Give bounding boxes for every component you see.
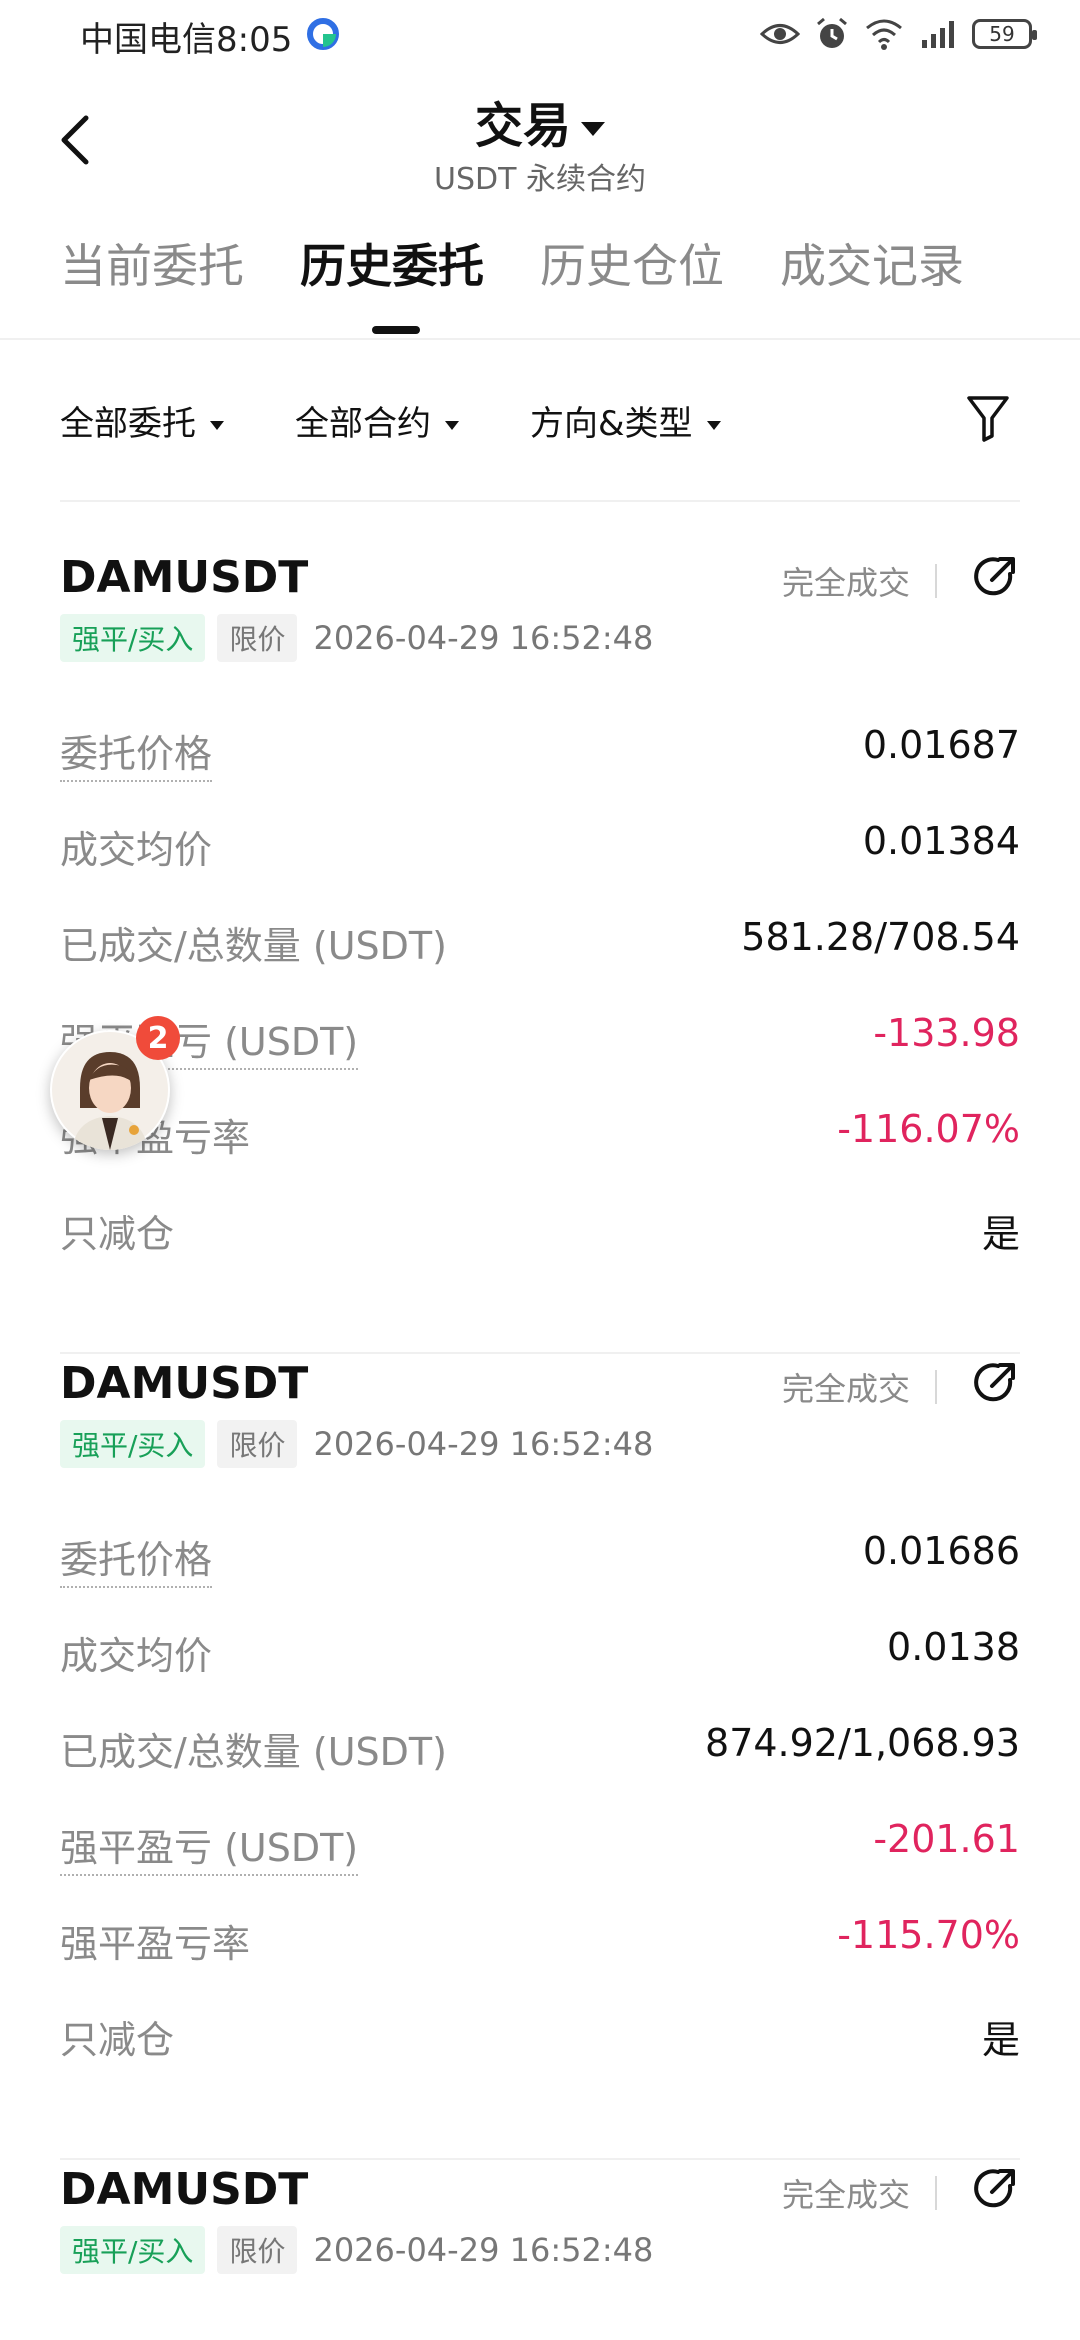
order-symbol: DAMUSDT <box>60 552 309 603</box>
row-value: 是 <box>981 2018 1020 2062</box>
notification-badge: 2 <box>136 1016 180 1060</box>
status-icons: 59 <box>760 16 1037 52</box>
alarm-icon <box>817 17 847 48</box>
battery-level: 59 <box>989 22 1015 46</box>
detail-row: 已成交/总数量 (USDT) 874.92/1,068.93 <box>60 1713 1020 1774</box>
detail-row: 强平盈亏率 -115.70% <box>60 1905 1020 1966</box>
order-card[interactable]: DAMUSDT 完全成交 强平/买入 限价 2026-04-29 16:52:4… <box>60 2164 1020 2334</box>
share-icon[interactable] <box>970 2164 1020 2214</box>
order-card[interactable]: DAMUSDT 完全成交 强平/买入 限价 2026-04-29 16:52:4… <box>60 1358 1020 2163</box>
app-notification-icon <box>307 18 339 50</box>
divider <box>60 500 1020 502</box>
row-label[interactable]: 委托价格 <box>60 1529 213 1588</box>
order-time: 2026-04-29 16:52:48 <box>313 2231 654 2269</box>
caret-down-icon <box>581 122 605 136</box>
type-tag: 限价 <box>217 1420 298 1468</box>
wifi-icon <box>866 19 902 50</box>
row-value: 581.28/708.54 <box>741 915 1020 959</box>
order-card[interactable]: DAMUSDT 完全成交 强平/买入 限价 2026-04-29 16:52:4… <box>60 552 1020 1357</box>
detail-row: 委托价格 0.01687 <box>60 715 1020 782</box>
caret-down-icon <box>210 421 224 430</box>
row-value: -116.07% <box>837 1107 1020 1151</box>
share-icon[interactable] <box>970 552 1020 602</box>
page-title: 交易 <box>474 98 571 154</box>
row-value: 874.92/1,068.93 <box>705 1721 1020 1765</box>
carrier-time: 中国电信8:05 <box>80 20 293 60</box>
detail-row: 只减仓 是 <box>60 1195 1020 1256</box>
share-icon[interactable] <box>970 1358 1020 1408</box>
divider <box>935 1370 937 1404</box>
page-subtitle: USDT 永续合约 <box>434 162 646 197</box>
caret-down-icon <box>445 421 459 430</box>
order-tabs: 当前委托 历史委托 历史仓位 成交记录 <box>0 230 1080 340</box>
tab-order-history[interactable]: 历史委托 <box>300 230 484 296</box>
row-value: -115.70% <box>837 1913 1020 1957</box>
tab-trade-records[interactable]: 成交记录 <box>780 230 964 296</box>
row-value: 是 <box>981 1212 1020 1256</box>
filter-funnel-icon[interactable] <box>965 392 1011 444</box>
order-symbol: DAMUSDT <box>60 1358 309 1409</box>
row-value: 0.01686 <box>862 1529 1020 1573</box>
order-symbol: DAMUSDT <box>60 2164 309 2215</box>
eye-icon <box>760 24 800 44</box>
row-label[interactable]: 委托价格 <box>60 723 213 782</box>
row-value: -133.98 <box>873 1011 1020 1055</box>
page-title-dropdown[interactable]: 交易 <box>0 86 1080 156</box>
order-status: 完全成交 <box>781 1370 910 1408</box>
active-tab-indicator <box>372 326 420 334</box>
row-value: 0.01384 <box>862 819 1020 863</box>
detail-row: 强平盈亏 (USDT) -133.98 <box>60 1003 1020 1070</box>
order-tags: 强平/买入 限价 2026-04-29 16:52:48 <box>60 2226 653 2274</box>
row-label: 只减仓 <box>60 2018 175 2062</box>
order-tags: 强平/买入 限价 2026-04-29 16:52:48 <box>60 1420 653 1468</box>
type-tag: 限价 <box>217 2226 298 2274</box>
detail-row: 成交均价 0.01384 <box>60 811 1020 872</box>
row-label[interactable]: 强平盈亏 (USDT) <box>60 1817 359 1876</box>
order-status: 完全成交 <box>781 2176 910 2214</box>
filter-contract[interactable]: 全部合约 <box>295 396 459 445</box>
divider <box>935 2176 937 2210</box>
detail-row: 委托价格 0.01686 <box>60 1521 1020 1588</box>
order-time: 2026-04-29 16:52:48 <box>313 1425 654 1463</box>
detail-row: 成交均价 0.0138 <box>60 1617 1020 1678</box>
row-value: -201.61 <box>873 1817 1020 1861</box>
filter-label: 方向&类型 <box>530 404 693 444</box>
detail-row: 强平盈亏率 -116.07% <box>60 1099 1020 1160</box>
side-tag: 强平/买入 <box>60 614 206 662</box>
tab-current-orders[interactable]: 当前委托 <box>60 230 244 296</box>
filter-label: 全部委托 <box>60 404 196 444</box>
filter-label: 全部合约 <box>295 404 431 444</box>
detail-row: 只减仓 是 <box>60 2001 1020 2062</box>
row-label: 成交均价 <box>60 1634 213 1678</box>
status-bar: 中国电信8:05 59 <box>0 0 1080 72</box>
row-label: 已成交/总数量 (USDT) <box>60 924 447 968</box>
side-tag: 强平/买入 <box>60 2226 206 2274</box>
row-label: 成交均价 <box>60 828 213 872</box>
type-tag: 限价 <box>217 614 298 662</box>
order-tags: 强平/买入 限价 2026-04-29 16:52:48 <box>60 614 653 662</box>
order-time: 2026-04-29 16:52:48 <box>313 619 654 657</box>
top-bar: 交易 USDT 永续合约 <box>0 80 1080 200</box>
row-value: 0.01687 <box>862 723 1020 767</box>
signal-icon <box>922 21 954 48</box>
row-label: 只减仓 <box>60 1212 175 1256</box>
battery-icon: 59 <box>972 19 1037 49</box>
filter-direction-type[interactable]: 方向&类型 <box>530 396 721 445</box>
filter-bar: 全部委托 全部合约 方向&类型 <box>0 392 1080 452</box>
filter-order-type[interactable]: 全部委托 <box>60 396 224 445</box>
divider <box>60 2158 1020 2160</box>
tab-position-history[interactable]: 历史仓位 <box>540 230 724 296</box>
caret-down-icon <box>706 421 721 430</box>
detail-row: 强平盈亏 (USDT) -201.61 <box>60 1809 1020 1876</box>
row-label: 强平盈亏率 <box>60 1922 251 1966</box>
side-tag: 强平/买入 <box>60 1420 206 1468</box>
row-label: 已成交/总数量 (USDT) <box>60 1730 447 1774</box>
row-value: 0.0138 <box>887 1625 1020 1669</box>
divider <box>935 564 937 598</box>
divider <box>60 1352 1020 1354</box>
order-status: 完全成交 <box>781 564 910 602</box>
detail-row: 已成交/总数量 (USDT) 581.28/708.54 <box>60 907 1020 968</box>
